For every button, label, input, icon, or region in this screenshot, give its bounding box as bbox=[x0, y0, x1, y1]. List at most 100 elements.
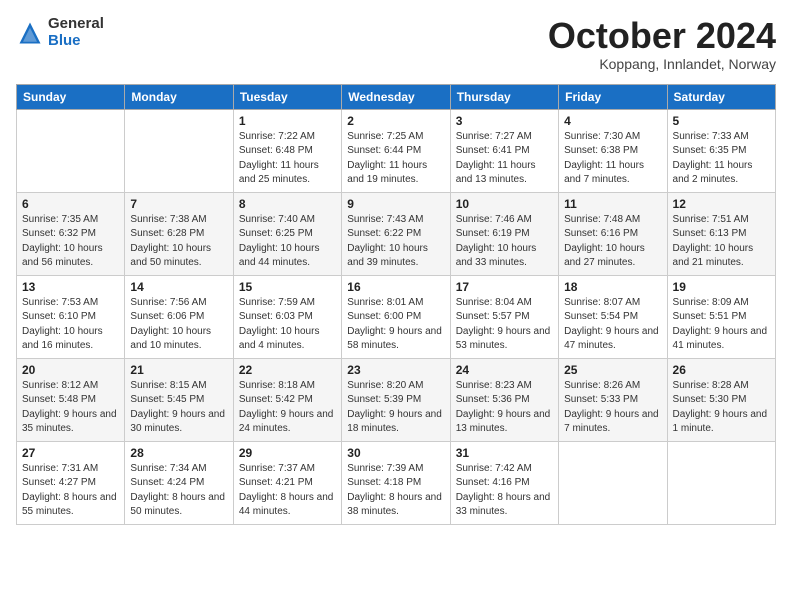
day-number: 20 bbox=[22, 363, 119, 377]
day-info: Sunrise: 7:27 AM Sunset: 6:41 PM Dayligh… bbox=[456, 130, 553, 188]
day-info: Sunrise: 7:56 AM Sunset: 6:06 PM Dayligh… bbox=[130, 296, 227, 354]
calendar-cell: 22 Sunrise: 8:18 AM Sunset: 5:42 PM Dayli… bbox=[233, 358, 341, 441]
day-number: 31 bbox=[456, 446, 553, 460]
calendar-cell: 3 Sunrise: 7:27 AM Sunset: 6:41 PM Daylig… bbox=[450, 109, 558, 192]
calendar-cell: 20 Sunrise: 8:12 AM Sunset: 5:48 PM Dayli… bbox=[17, 358, 125, 441]
day-info: Sunrise: 7:34 AM Sunset: 4:24 PM Dayligh… bbox=[130, 462, 227, 520]
day-info: Sunrise: 8:23 AM Sunset: 5:36 PM Dayligh… bbox=[456, 379, 553, 437]
day-info: Sunrise: 8:28 AM Sunset: 5:30 PM Dayligh… bbox=[673, 379, 770, 437]
calendar-table: SundayMondayTuesdayWednesdayThursdayFrid… bbox=[16, 84, 776, 525]
day-info: Sunrise: 8:04 AM Sunset: 5:57 PM Dayligh… bbox=[456, 296, 553, 354]
calendar-cell: 31 Sunrise: 7:42 AM Sunset: 4:16 PM Dayli… bbox=[450, 441, 558, 524]
day-info: Sunrise: 7:46 AM Sunset: 6:19 PM Dayligh… bbox=[456, 213, 553, 271]
day-number: 17 bbox=[456, 280, 553, 294]
day-number: 16 bbox=[347, 280, 444, 294]
calendar-cell: 12Sunrise: 7:51 AM Sunset: 6:13 PM Dayli… bbox=[667, 192, 775, 275]
day-number: 26 bbox=[673, 363, 770, 377]
calendar-cell: 19 Sunrise: 8:09 AM Sunset: 5:51 PM Dayli… bbox=[667, 275, 775, 358]
calendar-cell: 6Sunrise: 7:35 AM Sunset: 6:32 PM Daylig… bbox=[17, 192, 125, 275]
calendar-header: SundayMondayTuesdayWednesdayThursdayFrid… bbox=[17, 84, 776, 109]
day-info: Sunrise: 8:18 AM Sunset: 5:42 PM Dayligh… bbox=[239, 379, 336, 437]
calendar-cell: 9 Sunrise: 7:43 AM Sunset: 6:22 PM Daylig… bbox=[342, 192, 450, 275]
calendar-cell: 1Sunrise: 7:22 AM Sunset: 6:48 PM Daylig… bbox=[233, 109, 341, 192]
calendar-week-2: 6Sunrise: 7:35 AM Sunset: 6:32 PM Daylig… bbox=[17, 192, 776, 275]
weekday-header-friday: Friday bbox=[559, 84, 667, 109]
calendar-cell: 23 Sunrise: 8:20 AM Sunset: 5:39 PM Dayli… bbox=[342, 358, 450, 441]
day-info: Sunrise: 8:20 AM Sunset: 5:39 PM Dayligh… bbox=[347, 379, 444, 437]
day-number: 10 bbox=[456, 197, 553, 211]
month-title: October 2024 bbox=[548, 16, 776, 56]
calendar-cell: 25Sunrise: 8:26 AM Sunset: 5:33 PM Dayli… bbox=[559, 358, 667, 441]
day-info: Sunrise: 7:31 AM Sunset: 4:27 PM Dayligh… bbox=[22, 462, 119, 520]
calendar-cell bbox=[17, 109, 125, 192]
calendar-cell: 21 Sunrise: 8:15 AM Sunset: 5:45 PM Dayli… bbox=[125, 358, 233, 441]
day-info: Sunrise: 8:01 AM Sunset: 6:00 PM Dayligh… bbox=[347, 296, 444, 354]
day-info: Sunrise: 7:25 AM Sunset: 6:44 PM Dayligh… bbox=[347, 130, 444, 188]
day-info: Sunrise: 7:39 AM Sunset: 4:18 PM Dayligh… bbox=[347, 462, 444, 520]
weekday-row: SundayMondayTuesdayWednesdayThursdayFrid… bbox=[17, 84, 776, 109]
day-number: 28 bbox=[130, 446, 227, 460]
day-number: 13 bbox=[22, 280, 119, 294]
weekday-header-monday: Monday bbox=[125, 84, 233, 109]
day-info: Sunrise: 7:30 AM Sunset: 6:38 PM Dayligh… bbox=[564, 130, 661, 188]
day-info: Sunrise: 8:09 AM Sunset: 5:51 PM Dayligh… bbox=[673, 296, 770, 354]
logo-blue-text: Blue bbox=[48, 33, 104, 50]
weekday-header-tuesday: Tuesday bbox=[233, 84, 341, 109]
day-number: 25 bbox=[564, 363, 661, 377]
day-number: 4 bbox=[564, 114, 661, 128]
calendar-cell: 29Sunrise: 7:37 AM Sunset: 4:21 PM Dayli… bbox=[233, 441, 341, 524]
calendar-week-1: 1Sunrise: 7:22 AM Sunset: 6:48 PM Daylig… bbox=[17, 109, 776, 192]
calendar-week-4: 20 Sunrise: 8:12 AM Sunset: 5:48 PM Dayli… bbox=[17, 358, 776, 441]
day-info: Sunrise: 8:15 AM Sunset: 5:45 PM Dayligh… bbox=[130, 379, 227, 437]
calendar-cell bbox=[125, 109, 233, 192]
day-number: 15 bbox=[239, 280, 336, 294]
title-block: October 2024 Koppang, Innlandet, Norway bbox=[548, 16, 776, 72]
day-number: 8 bbox=[239, 197, 336, 211]
day-info: Sunrise: 7:42 AM Sunset: 4:16 PM Dayligh… bbox=[456, 462, 553, 520]
calendar-cell: 28 Sunrise: 7:34 AM Sunset: 4:24 PM Dayli… bbox=[125, 441, 233, 524]
day-info: Sunrise: 7:38 AM Sunset: 6:28 PM Dayligh… bbox=[130, 213, 227, 271]
day-number: 2 bbox=[347, 114, 444, 128]
calendar-cell bbox=[667, 441, 775, 524]
calendar-cell: 11Sunrise: 7:48 AM Sunset: 6:16 PM Dayli… bbox=[559, 192, 667, 275]
calendar-cell: 26 Sunrise: 8:28 AM Sunset: 5:30 PM Dayli… bbox=[667, 358, 775, 441]
calendar-cell: 16 Sunrise: 8:01 AM Sunset: 6:00 PM Dayli… bbox=[342, 275, 450, 358]
day-number: 23 bbox=[347, 363, 444, 377]
weekday-header-thursday: Thursday bbox=[450, 84, 558, 109]
day-number: 21 bbox=[130, 363, 227, 377]
day-number: 29 bbox=[239, 446, 336, 460]
day-number: 22 bbox=[239, 363, 336, 377]
day-info: Sunrise: 7:22 AM Sunset: 6:48 PM Dayligh… bbox=[239, 130, 336, 188]
day-number: 5 bbox=[673, 114, 770, 128]
day-number: 30 bbox=[347, 446, 444, 460]
day-number: 7 bbox=[130, 197, 227, 211]
calendar-cell: 10 Sunrise: 7:46 AM Sunset: 6:19 PM Dayli… bbox=[450, 192, 558, 275]
day-info: Sunrise: 7:53 AM Sunset: 6:10 PM Dayligh… bbox=[22, 296, 119, 354]
day-number: 24 bbox=[456, 363, 553, 377]
calendar-cell: 13 Sunrise: 7:53 AM Sunset: 6:10 PM Dayli… bbox=[17, 275, 125, 358]
calendar-cell: 2 Sunrise: 7:25 AM Sunset: 6:44 PM Daylig… bbox=[342, 109, 450, 192]
page-header: General Blue October 2024 Koppang, Innla… bbox=[16, 16, 776, 72]
calendar-cell bbox=[559, 441, 667, 524]
day-info: Sunrise: 7:40 AM Sunset: 6:25 PM Dayligh… bbox=[239, 213, 336, 271]
day-info: Sunrise: 7:43 AM Sunset: 6:22 PM Dayligh… bbox=[347, 213, 444, 271]
calendar-cell: 8 Sunrise: 7:40 AM Sunset: 6:25 PM Daylig… bbox=[233, 192, 341, 275]
day-number: 12 bbox=[673, 197, 770, 211]
calendar-cell: 5Sunrise: 7:33 AM Sunset: 6:35 PM Daylig… bbox=[667, 109, 775, 192]
calendar-cell: 7 Sunrise: 7:38 AM Sunset: 6:28 PM Daylig… bbox=[125, 192, 233, 275]
calendar-cell: 15Sunrise: 7:59 AM Sunset: 6:03 PM Dayli… bbox=[233, 275, 341, 358]
location-text: Koppang, Innlandet, Norway bbox=[548, 56, 776, 72]
weekday-header-saturday: Saturday bbox=[667, 84, 775, 109]
logo-icon bbox=[16, 19, 44, 47]
day-number: 11 bbox=[564, 197, 661, 211]
calendar-cell: 4 Sunrise: 7:30 AM Sunset: 6:38 PM Daylig… bbox=[559, 109, 667, 192]
day-info: Sunrise: 8:12 AM Sunset: 5:48 PM Dayligh… bbox=[22, 379, 119, 437]
day-info: Sunrise: 7:35 AM Sunset: 6:32 PM Dayligh… bbox=[22, 213, 119, 271]
day-number: 9 bbox=[347, 197, 444, 211]
day-number: 3 bbox=[456, 114, 553, 128]
logo: General Blue bbox=[16, 16, 104, 49]
calendar-cell: 18Sunrise: 8:07 AM Sunset: 5:54 PM Dayli… bbox=[559, 275, 667, 358]
calendar-cell: 30 Sunrise: 7:39 AM Sunset: 4:18 PM Dayli… bbox=[342, 441, 450, 524]
day-number: 18 bbox=[564, 280, 661, 294]
day-number: 19 bbox=[673, 280, 770, 294]
